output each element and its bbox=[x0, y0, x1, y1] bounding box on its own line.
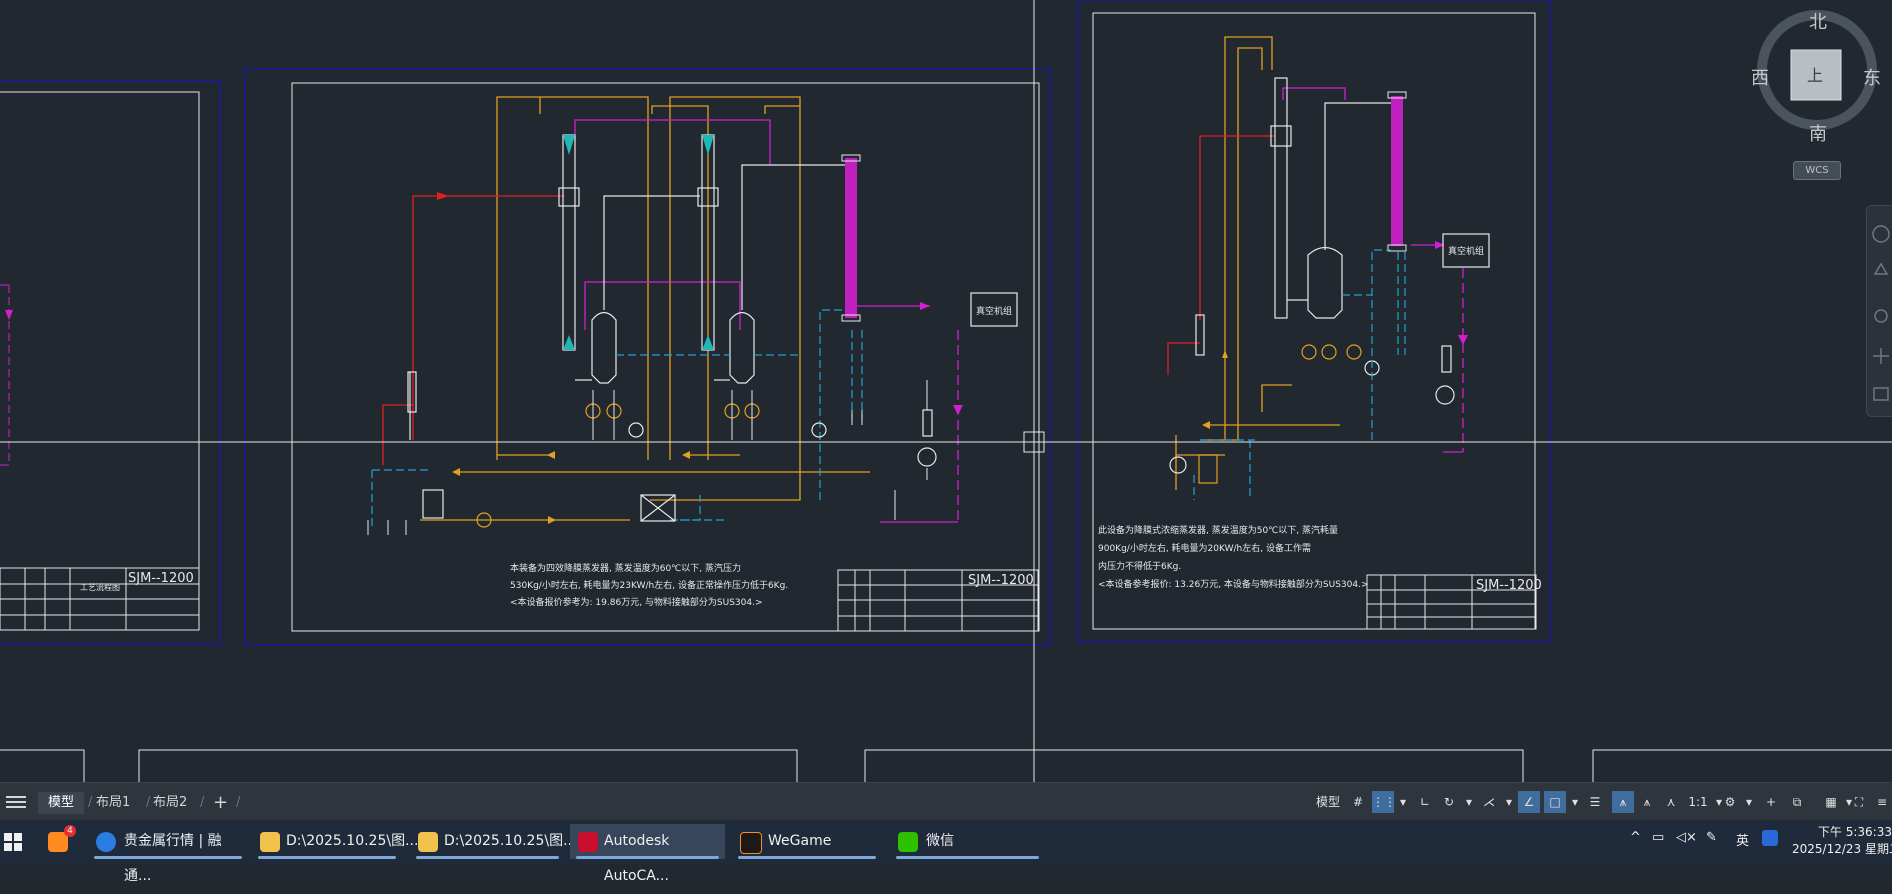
right-note-2: 900Kg/小时左右, 耗电量为20KW/h左右, 设备工作需 bbox=[1098, 542, 1311, 554]
viewcube-north[interactable]: 北 bbox=[1809, 8, 1827, 34]
isodraft-icon[interactable]: ⋌ bbox=[1478, 791, 1500, 813]
taskbar-item-label: 贵金属行情 | 融通... bbox=[124, 833, 222, 884]
center-vacuum-label: 真空机组 bbox=[976, 305, 1012, 317]
viewcube-west[interactable]: 西 bbox=[1751, 64, 1769, 90]
object-snap-icon[interactable]: □ bbox=[1544, 791, 1566, 813]
polar-dropdown-icon[interactable]: ▾ bbox=[1462, 791, 1476, 813]
crosshair-cursor bbox=[0, 0, 1892, 782]
workspace-dropdown-icon[interactable]: ▾ bbox=[1742, 791, 1756, 813]
polar-icon[interactable]: ↻ bbox=[1438, 791, 1460, 813]
viewcube[interactable]: 北 南 东 西 上 bbox=[1751, 8, 1881, 145]
taskbar-browser[interactable]: 贵金属行情 | 融通... bbox=[88, 824, 248, 884]
lineweight-icon[interactable]: ☰ bbox=[1584, 791, 1606, 813]
clock[interactable]: 下午 5:36:33 2025/12/23 星期二 bbox=[1792, 824, 1892, 858]
clock-time: 下午 5:36:33 bbox=[1817, 825, 1892, 839]
show-hidden-icons-chevron-icon[interactable]: ^ bbox=[1630, 830, 1641, 845]
workspace-gear-icon[interactable]: ⚙ bbox=[1718, 791, 1742, 813]
bottom-frames bbox=[0, 749, 1892, 782]
taskbar-item-label: D:\2025.10.25\图... bbox=[444, 833, 577, 849]
tab-layout2[interactable]: 布局2 bbox=[143, 792, 197, 814]
windows-logo-icon bbox=[4, 833, 22, 851]
windows-taskbar: 4 贵金属行情 | 融通... D:\2025.10.25\图... D:\20… bbox=[0, 820, 1892, 884]
hardware-acceleration-icon[interactable]: ▦ bbox=[1820, 791, 1842, 813]
folder-icon bbox=[418, 832, 438, 852]
drawing-canvas[interactable]: SJM--1200 工艺流程图 真空机组 本装备为四效降膜蒸发器, 蒸发温度为6… bbox=[0, 0, 1892, 782]
model-space-button[interactable]: 模型 bbox=[1312, 791, 1344, 813]
wcs-menu[interactable]: WCS bbox=[1793, 161, 1841, 180]
snap-dropdown-icon[interactable]: ▾ bbox=[1396, 791, 1410, 813]
start-button[interactable] bbox=[0, 824, 34, 859]
right-note-3: 内压力不得低于6Kg. bbox=[1098, 560, 1181, 572]
right-drawing: 真空机组 此设备为降膜式浓缩蒸发器, 蒸发温度为50℃以下, 蒸汽耗量 900K… bbox=[1077, 0, 1551, 643]
right-note-1: 此设备为降膜式浓缩蒸发器, 蒸发温度为50℃以下, 蒸汽耗量 bbox=[1098, 524, 1338, 536]
ime-icon[interactable] bbox=[1762, 830, 1778, 846]
annotation-scale-value[interactable]: 1:1 bbox=[1684, 791, 1712, 813]
taskbar-wechat[interactable]: 微信 bbox=[890, 824, 1045, 859]
fullscreen-icon[interactable]: ⛶ bbox=[1848, 791, 1870, 813]
wechat-icon bbox=[898, 832, 918, 852]
network-icon[interactable]: ▭ bbox=[1652, 830, 1664, 845]
customize-icon[interactable]: ≡ bbox=[1872, 791, 1892, 813]
left-drawing: SJM--1200 工艺流程图 bbox=[0, 80, 221, 645]
taskbar-item-label: 微信 bbox=[926, 833, 954, 849]
isodraft-dropdown-icon[interactable]: ▾ bbox=[1502, 791, 1516, 813]
taskbar-item-label: D:\2025.10.25\图... bbox=[286, 833, 419, 849]
taskbar-item-label: WeGame bbox=[768, 833, 832, 849]
ime-language[interactable]: 英 bbox=[1736, 830, 1749, 849]
annotation-visibility-icon[interactable]: ⩚ bbox=[1612, 791, 1634, 813]
center-note-1: 本装备为四效降膜蒸发器, 蒸发温度为60℃以下, 蒸汽压力 bbox=[510, 562, 741, 574]
center-drawing: 真空机组 本装备为四效降膜蒸发器, 蒸发温度为60℃以下, 蒸汽压力 530Kg… bbox=[244, 68, 1051, 646]
right-vacuum-label: 真空机组 bbox=[1448, 245, 1484, 257]
app-store-button[interactable]: 4 bbox=[44, 824, 76, 859]
isolate-objects-icon[interactable]: ⧉ bbox=[1786, 791, 1808, 813]
center-note-3: <本设备报价参考为: 19.86万元, 与物料接触部分为SUS304.> bbox=[510, 596, 763, 608]
taskbar-item-label: Autodesk AutoCA... bbox=[604, 833, 670, 884]
object-snap-dropdown-icon[interactable]: ▾ bbox=[1568, 791, 1582, 813]
ortho-icon[interactable]: ∟ bbox=[1414, 791, 1436, 813]
auto-scale-icon[interactable]: ⩚ bbox=[1636, 791, 1658, 813]
right-note-4: <本设备参考报价: 13.26万元, 本设备与物料接触部分为SUS304.> bbox=[1098, 578, 1369, 590]
taskbar-autocad[interactable]: Autodesk AutoCA... bbox=[570, 824, 725, 884]
wegame-icon bbox=[740, 832, 762, 854]
taskbar-explorer-2[interactable]: D:\2025.10.25\图... bbox=[410, 824, 576, 859]
folder-icon bbox=[260, 832, 280, 852]
navigation-bar[interactable] bbox=[1866, 205, 1892, 417]
viewcube-east[interactable]: 东 bbox=[1863, 64, 1881, 90]
object-snap-tracking-icon[interactable]: ∠ bbox=[1518, 791, 1540, 813]
menu-icon[interactable] bbox=[6, 793, 26, 811]
right-title-block-text: SJM--1200 bbox=[1476, 578, 1542, 593]
left-title-label: 工艺流程图 bbox=[80, 582, 120, 592]
snap-icon[interactable]: ⋮⋮ bbox=[1372, 791, 1396, 813]
add-icon[interactable]: + bbox=[1760, 791, 1782, 813]
browser-icon bbox=[96, 832, 116, 852]
left-title-block-text: SJM--1200 bbox=[128, 571, 194, 586]
viewcube-south[interactable]: 南 bbox=[1809, 120, 1827, 146]
annotation-scale-icon[interactable]: ⋏ bbox=[1660, 791, 1682, 813]
taskbar-wegame[interactable]: WeGame bbox=[732, 824, 882, 859]
tab-layout1[interactable]: 布局1 bbox=[86, 792, 140, 814]
clock-date: 2025/12/23 星期二 bbox=[1792, 842, 1892, 856]
pen-icon[interactable]: ✎ bbox=[1706, 830, 1717, 845]
center-title-block-text: SJM--1200 bbox=[968, 573, 1034, 588]
add-layout-button[interactable]: + bbox=[203, 792, 238, 814]
tab-model[interactable]: 模型 bbox=[38, 792, 85, 814]
tab-separator: / bbox=[236, 795, 241, 810]
layout-tab-bar: 模型 / 布局1 / 布局2 / + / 模型 # ⋮⋮ ▾ ∟ ↻ ▾ ⋌ ▾… bbox=[0, 782, 1892, 821]
center-note-2: 530Kg/小时左右, 耗电量为23KW/h左右, 设备正常操作压力低于6Kg. bbox=[510, 579, 788, 591]
viewcube-top-face[interactable]: 上 bbox=[1807, 62, 1823, 86]
notification-badge: 4 bbox=[64, 825, 76, 837]
autocad-icon bbox=[578, 832, 598, 852]
speaker-muted-icon[interactable]: ◁× bbox=[1676, 830, 1697, 845]
taskbar-explorer-1[interactable]: D:\2025.10.25\图... bbox=[252, 824, 418, 859]
grid-icon[interactable]: # bbox=[1348, 791, 1368, 813]
